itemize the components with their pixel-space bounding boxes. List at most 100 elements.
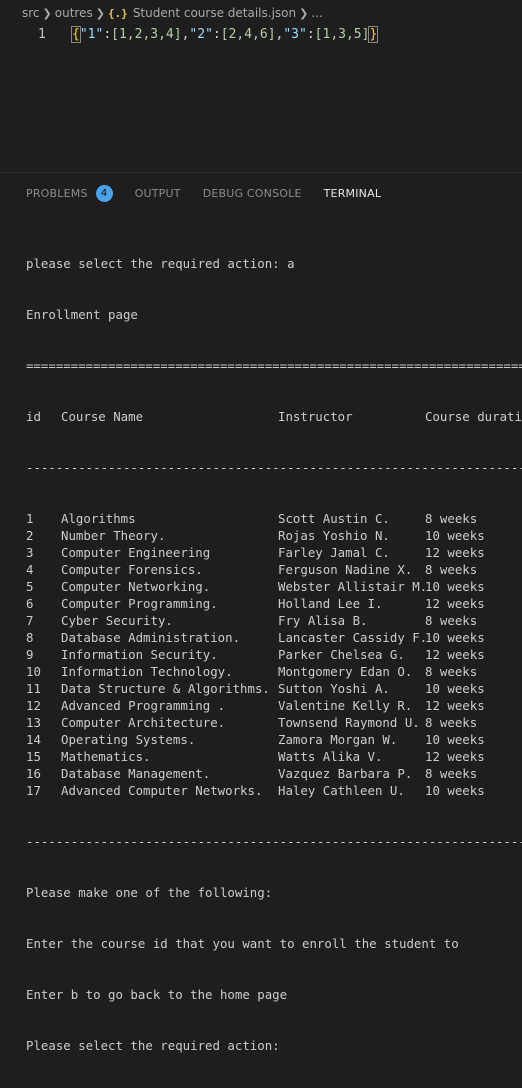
tab-terminal[interactable]: TERMINAL [324, 187, 382, 200]
tab-debug-console-label: DEBUG CONSOLE [202, 186, 302, 200]
tab-problems[interactable]: PROBLEMS 4 [26, 184, 113, 202]
terminal-prompt-line: please select the required action: a [26, 256, 295, 271]
row-instructor: Holland Lee I. [278, 596, 383, 611]
row-duration: 12 weeks [425, 698, 485, 713]
row-id: 1 [26, 511, 34, 526]
breadcrumb-item-more[interactable]: ... [311, 6, 322, 20]
breadcrumb: src ❯ outres ❯ {.} Student course detail… [0, 0, 522, 26]
table-row: 6 Computer Programming. Holland Lee I. 12 w… [26, 595, 522, 612]
breadcrumb-item-outres[interactable]: outres [55, 6, 93, 20]
row-duration: 8 weeks [425, 766, 478, 781]
table-header: id Course Name Instructor Course duratio… [26, 408, 522, 425]
table-row: 8 Database Administration. Lancaster Cassi… [26, 629, 522, 646]
row-id: 15 [26, 749, 41, 764]
row-instructor: Farley Jamal C. [278, 545, 390, 560]
row-id: 6 [26, 596, 34, 611]
table-row: 15 Mathematics. Watts Alika V. 12 weeks [26, 748, 522, 765]
table-row: 13 Computer Architecture. Townsend Raymond… [26, 714, 522, 731]
row-id: 5 [26, 579, 34, 594]
json-value-2: [2,4,6] [220, 27, 276, 42]
row-id: 14 [26, 732, 41, 747]
json-key-1: "1" [79, 27, 104, 42]
row-id: 11 [26, 681, 41, 696]
breadcrumb-item-src[interactable]: src [22, 6, 40, 20]
row-duration: 8 weeks [425, 715, 478, 730]
json-file-icon: {.} [107, 6, 128, 20]
tab-output-label: OUTPUT [134, 186, 181, 200]
row-duration: 12 weeks [425, 749, 485, 764]
row-instructor: Rojas Yoshio N. [278, 528, 390, 543]
row-instructor: Townsend Raymond U. [278, 715, 420, 730]
row-instructor: Valentine Kelly R. [278, 698, 413, 713]
row-course-name: Advanced Programming . [61, 698, 226, 713]
table-row: 7 Cyber Security. Fry Alisa B. 8 weeks [26, 612, 522, 629]
table-row: 10 Information Technology. Montgomery Edan… [26, 663, 522, 680]
tab-output[interactable]: OUTPUT [135, 187, 181, 200]
row-course-name: Number Theory. [61, 528, 166, 543]
code-line-1[interactable]: 1 {"1":[1,2,3,4],"2":[2,4,6],"3":[1,3,5]… [0, 25, 522, 44]
row-id: 17 [26, 783, 41, 798]
row-instructor: Zamora Morgan W. [278, 732, 398, 747]
row-duration: 8 weeks [425, 613, 478, 628]
json-key-2: "2" [189, 27, 213, 42]
row-instructor: Lancaster Cassidy F. [278, 630, 428, 645]
chevron-right-icon: ❯ [95, 6, 105, 20]
table-row: 14 Operating Systems. Zamora Morgan W. 10 w… [26, 731, 522, 748]
table-row: 3 Computer Engineering Farley Jamal C. 12 w… [26, 544, 522, 561]
row-instructor: Vazquez Barbara P. [278, 766, 413, 781]
row-course-name: Database Management. [61, 766, 211, 781]
footer-line-2: Enter the course id that you want to enr… [26, 936, 459, 951]
open-brace: { [71, 26, 81, 43]
separator-dash: ----------------------------------------… [26, 834, 522, 849]
row-course-name: Cyber Security. [61, 613, 173, 628]
row-duration: 12 weeks [425, 596, 485, 611]
row-course-name: Data Structure & Algorithms. [61, 681, 270, 696]
table-row: 2 Number Theory. Rojas Yoshio N. 10 weeks [26, 527, 522, 544]
editor-pane: src ❯ outres ❯ {.} Student course detail… [0, 0, 522, 172]
row-id: 2 [26, 528, 34, 543]
terminal-output[interactable]: please select the required action: a Enr… [26, 221, 522, 1088]
row-duration: 8 weeks [425, 664, 478, 679]
enrollment-page-title: Enrollment page [26, 307, 138, 322]
row-id: 8 [26, 630, 34, 645]
header-instructor: Instructor [278, 409, 353, 424]
row-id: 12 [26, 698, 41, 713]
table-row: 11 Data Structure & Algorithms. Sutton Yos… [26, 680, 522, 697]
row-instructor: Fry Alisa B. [278, 613, 368, 628]
code-text[interactable]: {"1":[1,2,3,4],"2":[2,4,6],"3":[1,3,5]} [71, 25, 379, 44]
row-duration: 10 weeks [425, 528, 485, 543]
chevron-right-icon: ❯ [42, 6, 52, 20]
panel-tabs: PROBLEMS 4 OUTPUT DEBUG CONSOLE TERMINAL [0, 173, 522, 213]
row-instructor: Ferguson Nadine X. [278, 562, 413, 577]
row-duration: 10 weeks [425, 732, 485, 747]
row-course-name: Computer Architecture. [61, 715, 226, 730]
footer-line-3: Enter b to go back to the home page [26, 987, 288, 1002]
tab-debug-console[interactable]: DEBUG CONSOLE [203, 187, 302, 200]
row-id: 9 [26, 647, 34, 662]
row-course-name: Computer Forensics. [61, 562, 203, 577]
json-value-1: [1,2,3,4] [111, 27, 182, 42]
row-duration: 8 weeks [425, 511, 478, 526]
row-course-name: Information Security. [61, 647, 218, 662]
row-id: 3 [26, 545, 34, 560]
header-course-name: Course Name [61, 409, 144, 424]
close-brace: } [368, 26, 379, 43]
row-id: 4 [26, 562, 34, 577]
row-instructor: Parker Chelsea G. [278, 647, 405, 662]
table-row: 16 Database Management. Vazquez Barbara P.… [26, 765, 522, 782]
row-course-name: Computer Networking. [61, 579, 211, 594]
table-row: 12 Advanced Programming . Valentine Kelly … [26, 697, 522, 714]
row-instructor: Watts Alika V. [278, 749, 383, 764]
footer-line-1: Please make one of the following: [26, 885, 273, 900]
tab-problems-label: PROBLEMS [26, 186, 88, 200]
row-duration: 12 weeks [425, 647, 485, 662]
line-number: 1 [38, 27, 46, 42]
breadcrumb-item-file[interactable]: Student course details.json [133, 6, 296, 20]
row-id: 13 [26, 715, 41, 730]
separator-dash: ----------------------------------------… [26, 460, 522, 475]
row-course-name: Advanced Computer Networks. [61, 783, 263, 798]
table-row: 5 Computer Networking. Webster Allistair M… [26, 578, 522, 595]
table-row: 1 Algorithms Scott Austin C. 8 weeks [26, 510, 522, 527]
row-course-name: Information Technology. [61, 664, 233, 679]
footer-line-4: Please select the required action: [26, 1038, 280, 1053]
